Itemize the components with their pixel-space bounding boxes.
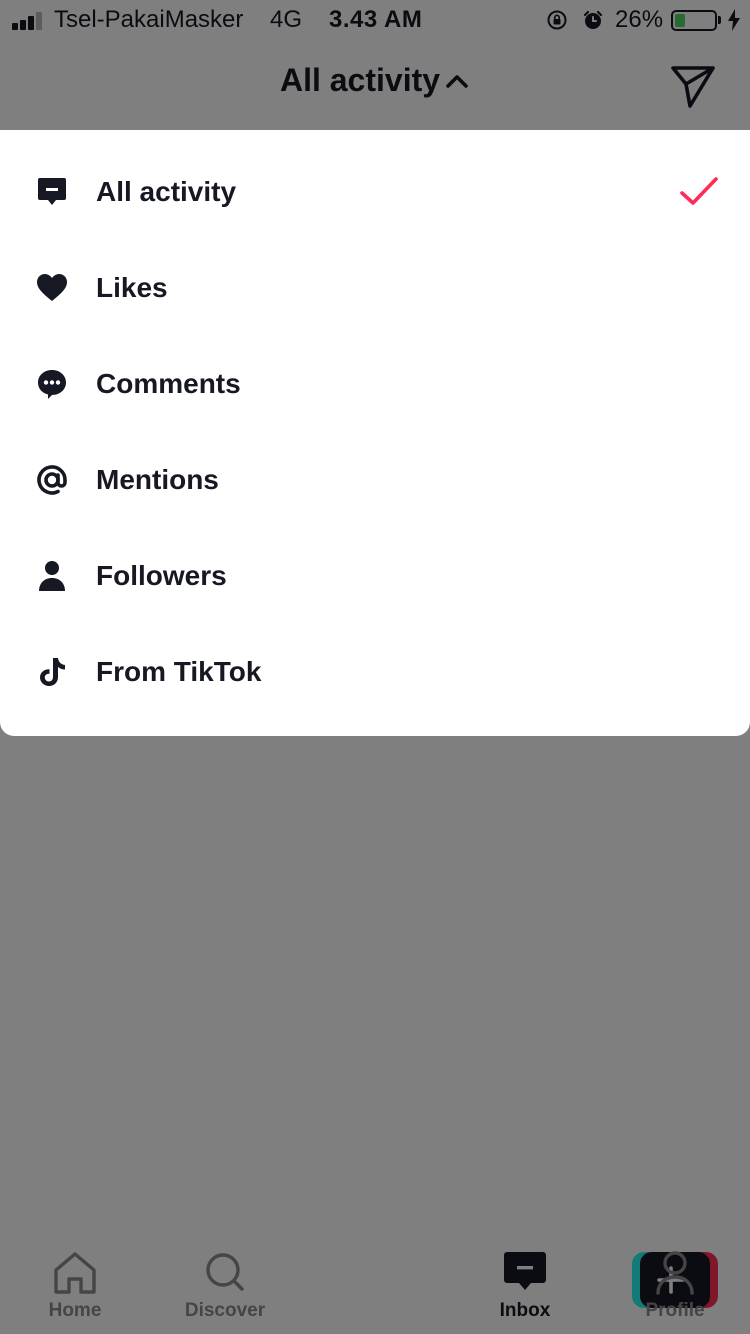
inbox-message-icon bbox=[34, 174, 70, 210]
heart-icon bbox=[34, 270, 70, 306]
menu-item-label: Mentions bbox=[96, 464, 219, 495]
menu-item-label: Followers bbox=[96, 560, 227, 591]
menu-item-mentions[interactable]: Mentions bbox=[0, 432, 750, 528]
person-icon bbox=[34, 558, 70, 594]
menu-item-label: Comments bbox=[96, 368, 241, 399]
menu-item-comments[interactable]: Comments bbox=[0, 336, 750, 432]
tiktok-icon bbox=[34, 654, 70, 690]
at-icon bbox=[34, 462, 70, 498]
activity-filter-dropdown: All activity Likes Comments Mentions Fol… bbox=[0, 130, 750, 736]
comment-icon bbox=[34, 366, 70, 402]
menu-item-followers[interactable]: Followers bbox=[0, 528, 750, 624]
menu-item-likes[interactable]: Likes bbox=[0, 240, 750, 336]
screen: Tsel-PakaiMasker 4G 3.43 AM 26% All acti… bbox=[0, 0, 750, 1334]
menu-item-label: All activity bbox=[96, 176, 237, 207]
menu-item-label: Likes bbox=[96, 272, 168, 303]
menu-item-from-tiktok[interactable]: From TikTok bbox=[0, 624, 750, 720]
menu-item-label: From TikTok bbox=[96, 656, 262, 687]
menu-item-all-activity[interactable]: All activity bbox=[0, 144, 750, 240]
check-icon bbox=[680, 177, 718, 205]
